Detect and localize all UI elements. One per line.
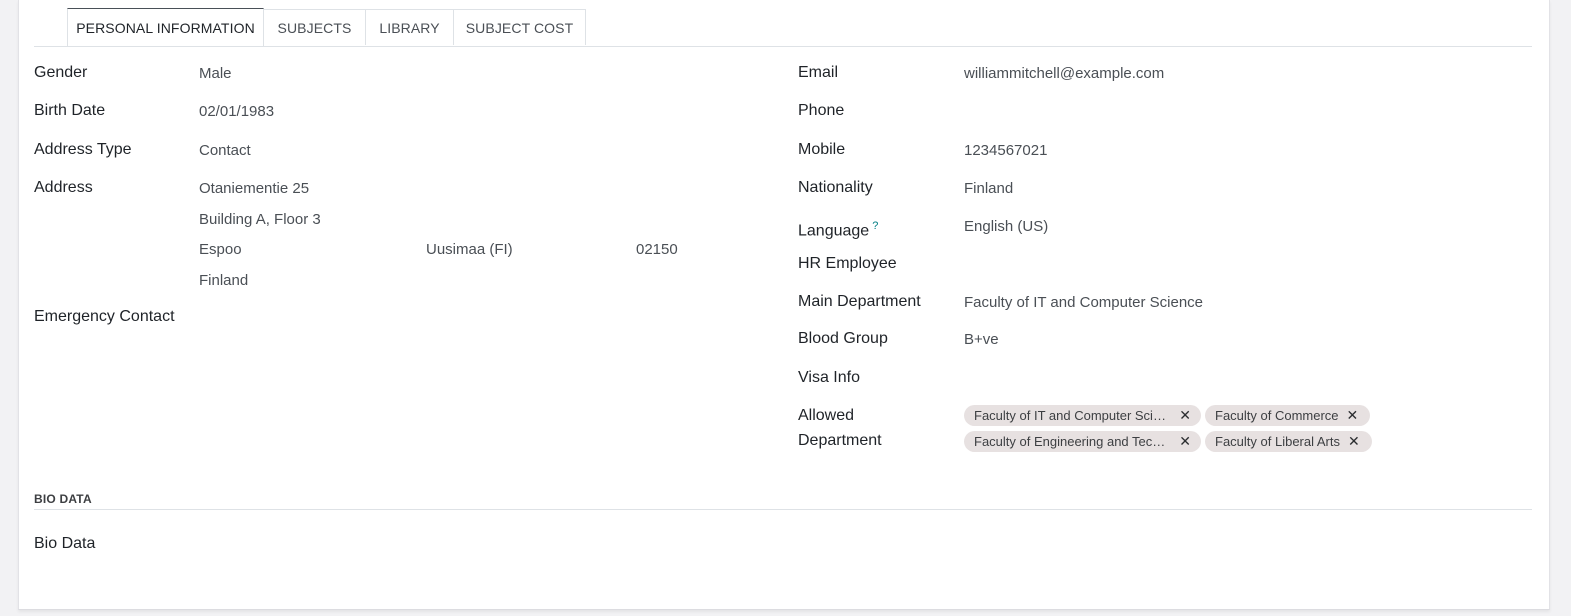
main-department-label: Main Department xyxy=(798,293,921,310)
blood-group-value[interactable]: B+ve xyxy=(964,330,999,350)
email-label: Email xyxy=(798,64,839,81)
bio-data-section-title: BIO DATA xyxy=(34,492,92,506)
email-value[interactable]: williammitchell@example.com xyxy=(964,64,1164,84)
remove-tag-icon[interactable]: ✕ xyxy=(1179,407,1191,424)
tab-subjects[interactable]: SUBJECTS xyxy=(263,9,366,45)
blood-group-label: Blood Group xyxy=(798,330,888,347)
allowed-department-tag[interactable]: Faculty of Liberal Arts ✕ xyxy=(1205,431,1372,452)
tab-label: LIBRARY xyxy=(379,19,440,36)
tag-label: Faculty of Commerce xyxy=(1215,408,1339,423)
remove-tag-icon[interactable]: ✕ xyxy=(1179,433,1191,450)
remove-tag-icon[interactable]: ✕ xyxy=(1348,433,1360,450)
tag-label: Faculty of Liberal Arts xyxy=(1215,434,1340,449)
address-type-value[interactable]: Contact xyxy=(199,141,251,161)
emergency-contact-label: Emergency Contact xyxy=(34,308,175,325)
help-tooltip-icon[interactable]: ? xyxy=(872,220,878,232)
language-label-text: Language xyxy=(798,222,870,240)
allowed-department-label-line1: Allowed xyxy=(798,407,855,424)
address-country[interactable]: Finland xyxy=(199,271,248,291)
bio-data-label: Bio Data xyxy=(34,535,96,552)
allowed-department-tag[interactable]: Faculty of Commerce ✕ xyxy=(1205,405,1370,426)
address-street[interactable]: Otaniementie 25 xyxy=(199,179,309,199)
nationality-value[interactable]: Finland xyxy=(964,179,1013,199)
section-divider xyxy=(34,509,1532,510)
address-type-label: Address Type xyxy=(34,141,132,158)
hr-employee-label: HR Employee xyxy=(798,255,897,272)
mobile-label: Mobile xyxy=(798,141,846,158)
allowed-department-label-line2: Department xyxy=(798,432,882,449)
allowed-department-tag[interactable]: Faculty of Engineering and Technology ✕ xyxy=(964,431,1201,452)
tab-label: PERSONAL INFORMATION xyxy=(76,19,255,36)
phone-label: Phone xyxy=(798,102,845,119)
tab-label: SUBJECTS xyxy=(277,19,352,36)
main-department-value[interactable]: Faculty of IT and Computer Science xyxy=(964,293,1203,313)
birth-date-value[interactable]: 02/01/1983 xyxy=(199,102,274,122)
language-value[interactable]: English (US) xyxy=(964,217,1048,237)
visa-info-label: Visa Info xyxy=(798,369,860,386)
notebook-tabs: PERSONAL INFORMATION SUBJECTS LIBRARY SU… xyxy=(34,8,1532,47)
tab-personal-information[interactable]: PERSONAL INFORMATION xyxy=(67,8,264,46)
birth-date-label: Birth Date xyxy=(34,102,106,119)
allowed-department-tag[interactable]: Faculty of IT and Computer Science ✕ xyxy=(964,405,1201,426)
address-zip[interactable]: 02150 xyxy=(636,240,678,260)
tab-label: SUBJECT COST xyxy=(465,19,574,36)
remove-tag-icon[interactable]: ✕ xyxy=(1347,407,1359,424)
nationality-label: Nationality xyxy=(798,179,873,196)
address-label: Address xyxy=(34,179,93,196)
tab-subject-cost[interactable]: SUBJECT COST xyxy=(453,9,586,45)
address-street2[interactable]: Building A, Floor 3 xyxy=(199,210,321,230)
language-label: Language? xyxy=(798,216,878,241)
allowed-department-label: Allowed Department xyxy=(798,406,882,451)
student-form-sheet: PERSONAL INFORMATION SUBJECTS LIBRARY SU… xyxy=(18,0,1550,610)
gender-label: Gender xyxy=(34,64,88,81)
address-state[interactable]: Uusimaa (FI) xyxy=(426,240,513,260)
tag-label: Faculty of Engineering and Technology xyxy=(974,434,1171,449)
gender-value[interactable]: Male xyxy=(199,64,232,84)
mobile-value[interactable]: 1234567021 xyxy=(964,141,1047,161)
tag-label: Faculty of IT and Computer Science xyxy=(974,408,1172,423)
tab-library[interactable]: LIBRARY xyxy=(365,9,454,45)
address-city[interactable]: Espoo xyxy=(199,240,242,260)
